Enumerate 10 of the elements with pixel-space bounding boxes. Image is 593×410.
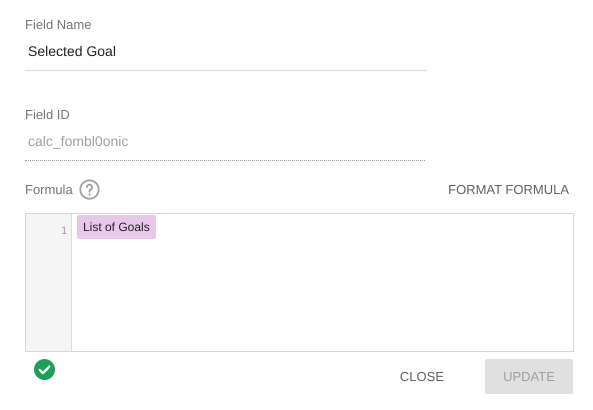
formula-editor[interactable]: 1 List of Goals (25, 213, 574, 352)
field-label: Field Name (25, 17, 92, 33)
formula-label: Formula (25, 181, 73, 199)
close-button[interactable]: CLOSE (380, 359, 464, 394)
help-icon[interactable] (78, 179, 100, 200)
field-label: Field ID (25, 107, 71, 123)
field-chip: List of Goals (77, 215, 156, 239)
line-number: 1 (60, 225, 67, 239)
format-formula-button[interactable]: FORMAT FORMULA (444, 176, 573, 204)
name-field[interactable]: Selected Goal (25, 41, 427, 71)
